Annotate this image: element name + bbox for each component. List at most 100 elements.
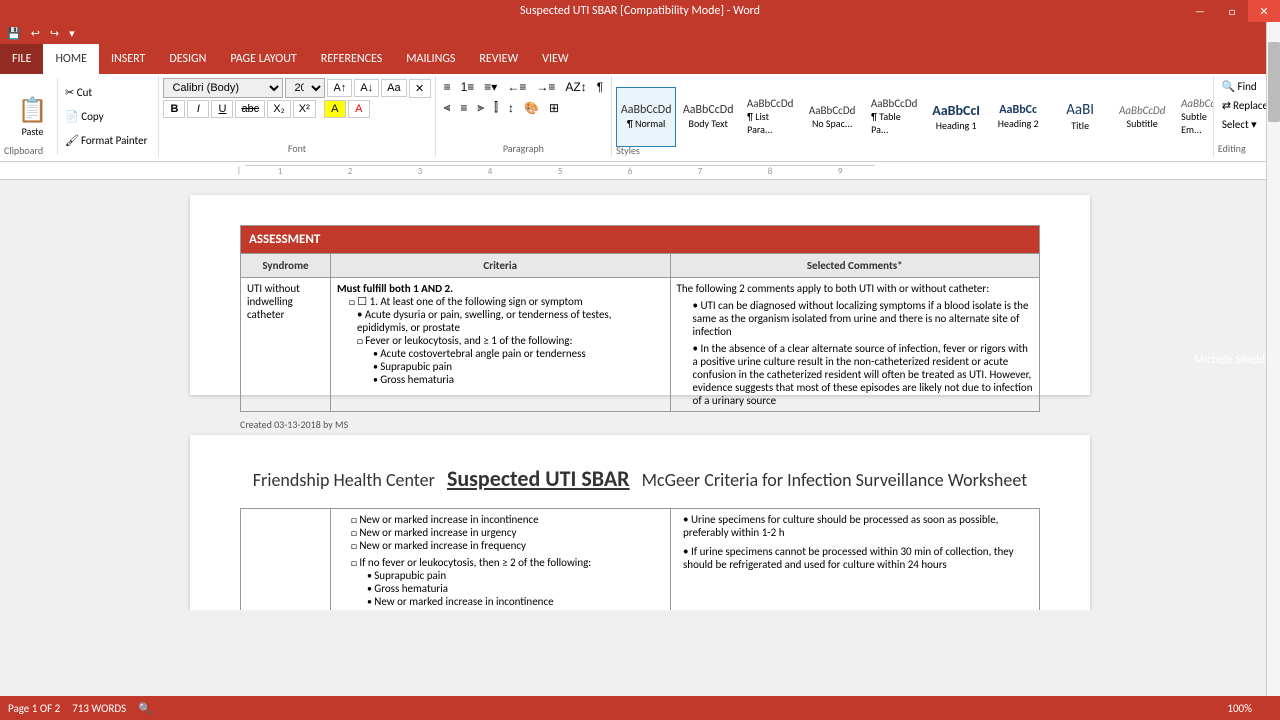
style-no-spacing[interactable]: AaBbCcDd No Spac... xyxy=(802,87,862,147)
font-shrink-button[interactable]: A↓ xyxy=(354,79,379,97)
style-normal[interactable]: AaBbCcDd ¶ Normal xyxy=(616,87,676,147)
table-row: UTI without indwelling catheter Must ful… xyxy=(241,278,1040,412)
find-button[interactable]: 🔍 Find xyxy=(1218,78,1272,95)
copy-icon: 📄 xyxy=(65,110,79,123)
tab-view[interactable]: VIEW xyxy=(530,44,580,74)
subscript-button[interactable]: X₂ xyxy=(267,100,291,118)
empty-syndrome-cell xyxy=(241,509,331,611)
undo-quick-button[interactable]: ↩ xyxy=(28,27,43,40)
title-suffix: McGeer Criteria for Infection Surveillan… xyxy=(642,469,1028,491)
format-painter-icon: 🖌 xyxy=(65,134,79,147)
status-bar: Page 1 OF 2 713 WORDS 🔍 100% xyxy=(0,696,1280,720)
justify-button[interactable]: ⫿ xyxy=(490,98,502,117)
save-quick-button[interactable]: 💾 xyxy=(4,27,24,40)
list-item: New or marked increase in urgency xyxy=(351,526,662,539)
clear-formatting-button[interactable]: ✕ xyxy=(409,79,431,98)
criteria-list-2: New or marked increase in incontinence N… xyxy=(351,513,662,552)
increase-indent-button[interactable]: →≡ xyxy=(532,78,559,96)
format-painter-button[interactable]: 🖌 Format Painter xyxy=(62,133,150,148)
bold-button[interactable]: B xyxy=(163,100,185,118)
col-syndrome-header: Syndrome xyxy=(241,254,331,278)
shading-button[interactable]: 🎨 xyxy=(520,99,543,117)
show-formatting-button[interactable]: ¶ xyxy=(593,78,607,96)
style-heading1[interactable]: AaBbCcI Heading 1 xyxy=(926,87,986,147)
vertical-scrollbar[interactable] xyxy=(1266,22,1280,696)
language-indicator[interactable]: 🔍 xyxy=(138,702,152,715)
tab-review[interactable]: REVIEW xyxy=(467,44,530,74)
title-main: Suspected UTI SBAR xyxy=(447,465,630,492)
style-heading2[interactable]: AaBbCc Heading 2 xyxy=(988,87,1048,147)
style-subtle-em[interactable]: AaBbCcDd Subtle Em... xyxy=(1174,87,1214,147)
style-table-pa[interactable]: AaBbCcDd ¶ Table Pa... xyxy=(864,87,924,147)
title-prefix: Friendship Health Center xyxy=(253,469,435,491)
created-note: Created 03-13-2018 by MS xyxy=(240,418,1040,431)
list-item: Gross hematuria xyxy=(367,582,662,595)
select-button[interactable]: Select ▾ xyxy=(1218,116,1272,133)
table-header-row: ASSESSMENT xyxy=(241,226,1040,254)
font-group: Calibri (Body) 20 A↑ A↓ Aa ✕ B I U abc X… xyxy=(159,76,435,157)
criteria-list-1: ☐ 1. At least one of the following sign … xyxy=(349,295,664,308)
underline-button[interactable]: U xyxy=(211,100,233,118)
font-grow-button[interactable]: A↑ xyxy=(327,79,352,97)
tab-mailings[interactable]: MAILINGS xyxy=(394,44,467,74)
font-family-selector[interactable]: Calibri (Body) xyxy=(163,78,283,98)
list-item: Suprapubic pain xyxy=(373,360,664,373)
assessment-table-2: New or marked increase in incontinence N… xyxy=(240,508,1040,610)
page2-title: Friendship Health Center Suspected UTI S… xyxy=(240,465,1040,492)
font-size-selector[interactable]: 20 xyxy=(285,78,325,98)
strikethrough-button[interactable]: abc xyxy=(235,100,265,118)
list-item: New or marked increase in incontinence xyxy=(367,595,662,608)
align-center-button[interactable]: ≡ xyxy=(456,99,471,117)
tab-home[interactable]: HOME xyxy=(43,44,99,74)
style-body-text[interactable]: AaBbCcDd Body Text xyxy=(678,87,738,147)
criteria-sublist: Acute dysuria or pain, swelling, or tend… xyxy=(357,308,664,334)
scrollbar-thumb[interactable] xyxy=(1268,42,1280,122)
highlight-button[interactable]: A xyxy=(324,100,346,118)
numbering-button[interactable]: 1≡ xyxy=(457,78,479,96)
cut-icon: ✂ xyxy=(65,86,74,99)
criteria-subsublist: Acute costovertebral angle pain or tende… xyxy=(373,347,664,386)
list-item: New or marked increase in urgency xyxy=(367,608,662,610)
copy-button[interactable]: 📄 Copy xyxy=(62,109,150,124)
redo-quick-button[interactable]: ↪ xyxy=(47,27,62,40)
list-item: Fever or leukocytosis, and ≥ 1 of the fo… xyxy=(357,334,664,386)
ribbon: 📋 Paste ✂ Cut 📄 Copy 🖌 Format Painter Cl… xyxy=(0,74,1280,162)
clipboard-sub-actions: ✂ Cut 📄 Copy 🖌 Format Painter xyxy=(58,78,154,155)
list-item: ☐ 1. At least one of the following sign … xyxy=(349,295,664,308)
tab-file[interactable]: FILE xyxy=(0,44,43,74)
find-icon: 🔍 xyxy=(1222,80,1236,93)
font-color-button[interactable]: A xyxy=(348,100,370,118)
superscript-button[interactable]: X² xyxy=(293,100,316,118)
borders-button[interactable]: ⊞ xyxy=(545,99,563,117)
tab-page-layout[interactable]: PAGE LAYOUT xyxy=(218,44,308,74)
quick-access-toolbar: 💾 ↩ ↪ ▾ xyxy=(0,22,1280,44)
align-left-button[interactable]: ⫷ xyxy=(440,98,455,117)
multilevel-button[interactable]: ≡▾ xyxy=(480,78,501,96)
table-row: New or marked increase in incontinence N… xyxy=(241,509,1040,611)
cut-button[interactable]: ✂ Cut xyxy=(62,85,150,100)
criteria-sublist-3: Suprapubic pain Gross hematuria New or m… xyxy=(367,569,662,610)
style-title[interactable]: AaBI Title xyxy=(1050,87,1110,147)
list-item: Suprapubic pain xyxy=(367,569,662,582)
italic-button[interactable]: I xyxy=(187,100,209,118)
syndrome-cell: UTI without indwelling catheter xyxy=(241,278,331,412)
tab-references[interactable]: REFERENCES xyxy=(309,44,395,74)
change-case-button[interactable]: Aa xyxy=(381,79,406,97)
paste-icon: 📋 xyxy=(18,96,48,125)
style-subtitle[interactable]: AaBbCcDd Subtitle xyxy=(1112,87,1172,147)
decrease-indent-button[interactable]: ←≡ xyxy=(503,78,530,96)
col-criteria-header: Criteria xyxy=(330,254,670,278)
style-list-para[interactable]: AaBbCcDd ¶ List Para... xyxy=(740,87,800,147)
bullets-button[interactable]: ≡ xyxy=(440,78,455,96)
tab-insert[interactable]: INSERT xyxy=(99,44,157,74)
replace-button[interactable]: ⇄ Replace xyxy=(1218,97,1272,114)
align-right-button[interactable]: ⫸ xyxy=(473,98,488,117)
styles-gallery: AaBbCcDd ¶ Normal AaBbCcDd Body Text AaB… xyxy=(612,76,1214,157)
more-quick-button[interactable]: ▾ xyxy=(66,27,78,40)
ruler: | 1 2 3 4 5 6 7 8 9 xyxy=(0,162,1280,180)
sort-button[interactable]: AZ↕ xyxy=(561,78,590,96)
list-item: New or marked increase in frequency xyxy=(351,539,662,552)
line-spacing-button[interactable]: ↕ xyxy=(504,99,518,117)
tab-design[interactable]: DESIGN xyxy=(157,44,218,74)
list-item: Gross hematuria xyxy=(373,373,664,386)
